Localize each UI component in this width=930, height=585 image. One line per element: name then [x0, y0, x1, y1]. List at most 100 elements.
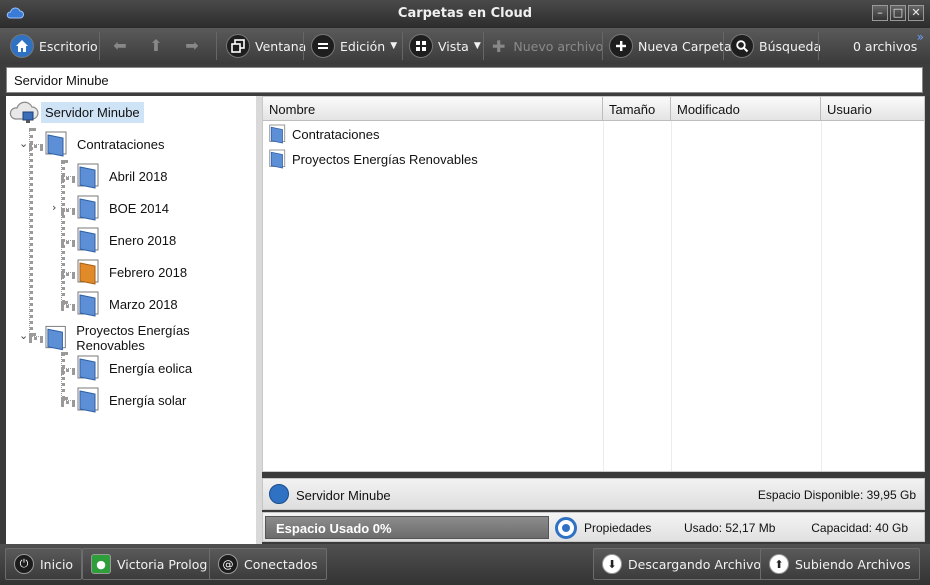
grid-view-icon [409, 34, 433, 58]
power-icon: ⏻ [14, 554, 34, 574]
overflow-chevron-icon[interactable]: » [917, 30, 924, 44]
tree-item-boe-2014[interactable]: BOE 2014 [77, 195, 169, 221]
back-arrow-icon[interactable]: ⬅ [111, 37, 129, 55]
column-header-usuario[interactable]: Usuario [821, 97, 925, 121]
toolbar: Escritorio ⬅ ⬆ ➡ Ventana Edición ▼ Vista… [0, 28, 930, 64]
nuevo-archivo-button[interactable]: ✚ Nuevo archivo [492, 31, 603, 61]
list-item-name: Contrataciones [292, 126, 380, 142]
at-sign-icon: @ [218, 554, 238, 574]
window-title: Carpetas en Cloud [397, 6, 533, 21]
subiendo-label: Subiendo Archivos [795, 556, 911, 572]
nuevo-archivo-label: Nuevo archivo [513, 38, 604, 54]
used-value: Usado: 52,17 Mb [684, 521, 776, 535]
conectados-label: Conectados [244, 556, 318, 572]
window-icon [226, 34, 250, 58]
tree-item-febrero-2018[interactable]: Febrero 2018 [77, 259, 187, 285]
column-header-nombre[interactable]: Nombre [263, 97, 603, 121]
nueva-carpeta-button[interactable]: Nueva Carpeta [609, 31, 732, 61]
column-header-tamano[interactable]: Tamaño [603, 97, 671, 121]
folder-icon [77, 355, 99, 381]
user-button[interactable]: ● Victoria Prolog [82, 548, 217, 580]
tree-item-label: Febrero 2018 [109, 264, 188, 280]
chevron-down-icon[interactable]: ⌄ [19, 329, 28, 342]
user-label: Victoria Prolog [117, 556, 208, 572]
folder-icon [269, 149, 286, 169]
edicion-menu-button[interactable]: Edición ▼ [311, 31, 397, 61]
title-bar: Carpetas en Cloud – □ ✕ [0, 0, 930, 28]
plus-icon: ✚ [492, 36, 506, 56]
chevron-right-icon[interactable]: › [52, 201, 56, 214]
properties-link[interactable]: Propiedades [584, 521, 651, 535]
edit-icon [311, 34, 335, 58]
close-button[interactable]: ✕ [908, 5, 924, 21]
folder-icon [77, 387, 99, 413]
ventana-button[interactable]: Ventana [226, 31, 306, 61]
tree-item-label: Energía eolica [109, 360, 193, 376]
folder-shared-icon [77, 259, 99, 285]
column-header-modificado[interactable]: Modificado [671, 97, 821, 121]
list-item-name: Proyectos Energías Renovables [292, 151, 478, 167]
space-used-bar: Espacio Usado 0% [265, 516, 549, 539]
maximize-button[interactable]: □ [890, 5, 906, 21]
busqueda-label: Búsqueda [759, 38, 822, 54]
edicion-label: Edición [340, 38, 386, 54]
busqueda-button[interactable]: Búsqueda [730, 31, 821, 61]
search-icon [730, 34, 754, 58]
ventana-label: Ventana [255, 38, 307, 54]
home-icon [10, 34, 34, 58]
inicio-label: Inicio [40, 556, 74, 572]
conectados-button[interactable]: @ Conectados [209, 548, 327, 580]
tree-item-label: Marzo 2018 [109, 296, 178, 312]
vista-label: Vista [438, 38, 469, 54]
escritorio-label: Escritorio [39, 38, 98, 54]
folder-icon [77, 195, 99, 221]
tree-item-proyectos[interactable]: Proyectos Energías Renovables [45, 323, 256, 353]
chevron-down-icon[interactable]: ⌄ [19, 137, 28, 150]
tree-item-marzo-2018[interactable]: Marzo 2018 [77, 291, 178, 317]
server-name: Servidor Minube [296, 488, 391, 503]
capacity-value: Capacidad: 40 Gb [811, 521, 908, 535]
folder-icon [269, 124, 286, 144]
folder-icon [77, 291, 99, 317]
list-item[interactable]: Contrataciones [269, 124, 379, 144]
tree-item-energia-solar[interactable]: Energía solar [77, 387, 186, 413]
minimize-button[interactable]: – [872, 5, 888, 21]
folder-tree: Servidor Minube ⌄ › ⌄ Contrataciones Abr… [6, 96, 256, 544]
tree-item-label: Enero 2018 [109, 232, 177, 248]
tree-item-abril-2018[interactable]: Abril 2018 [77, 163, 168, 189]
properties-icon[interactable] [555, 517, 577, 539]
chevron-down-icon: ▼ [473, 41, 481, 51]
up-arrow-icon[interactable]: ⬆ [147, 37, 165, 55]
chevron-down-icon: ▼ [390, 41, 398, 51]
tree-item-label: BOE 2014 [109, 200, 169, 216]
tree-item-label: Proyectos Energías Renovables [76, 323, 190, 353]
download-icon: ⬇ [602, 554, 622, 574]
address-bar[interactable]: Servidor Minube [6, 67, 923, 93]
server-info-panel: Servidor Minube Espacio Disponible: 39,9… [262, 478, 925, 510]
tree-item-contrataciones[interactable]: Contrataciones [45, 131, 164, 157]
folder-icon [45, 325, 66, 351]
tree-root-servidor[interactable]: Servidor Minube [9, 97, 144, 127]
file-list: Nombre Tamaño Modificado Usuario Contrat… [262, 96, 925, 472]
tree-item-enero-2018[interactable]: Enero 2018 [77, 227, 176, 253]
folder-icon [45, 131, 67, 157]
file-count: 0 archivos [853, 38, 918, 54]
usage-panel: Espacio Usado 0% Propiedades Usado: 52,1… [262, 512, 925, 542]
space-available: Espacio Disponible: 39,95 Gb [757, 488, 916, 502]
forward-arrow-icon[interactable]: ➡ [183, 37, 201, 55]
descargando-button[interactable]: ⬇ Descargando Archivos [593, 548, 777, 580]
tree-item-label: Energía solar [109, 392, 187, 408]
descargando-label: Descargando Archivos [628, 556, 768, 572]
escritorio-button[interactable]: Escritorio [10, 31, 98, 61]
subiendo-button[interactable]: ⬆ Subiendo Archivos [760, 548, 920, 580]
tree-item-label: Contrataciones [77, 136, 165, 152]
inicio-button[interactable]: ⏻ Inicio [5, 548, 83, 580]
list-item[interactable]: Proyectos Energías Renovables [269, 149, 478, 169]
vista-menu-button[interactable]: Vista ▼ [409, 31, 481, 61]
tree-item-energia-eolica[interactable]: Energía eolica [77, 355, 192, 381]
space-used-label: Espacio Usado 0% [276, 521, 392, 536]
tree-root-label: Servidor Minube [41, 101, 144, 123]
nueva-carpeta-label: Nueva Carpeta [638, 38, 732, 54]
plus-icon [609, 34, 633, 58]
folder-icon [77, 227, 99, 253]
